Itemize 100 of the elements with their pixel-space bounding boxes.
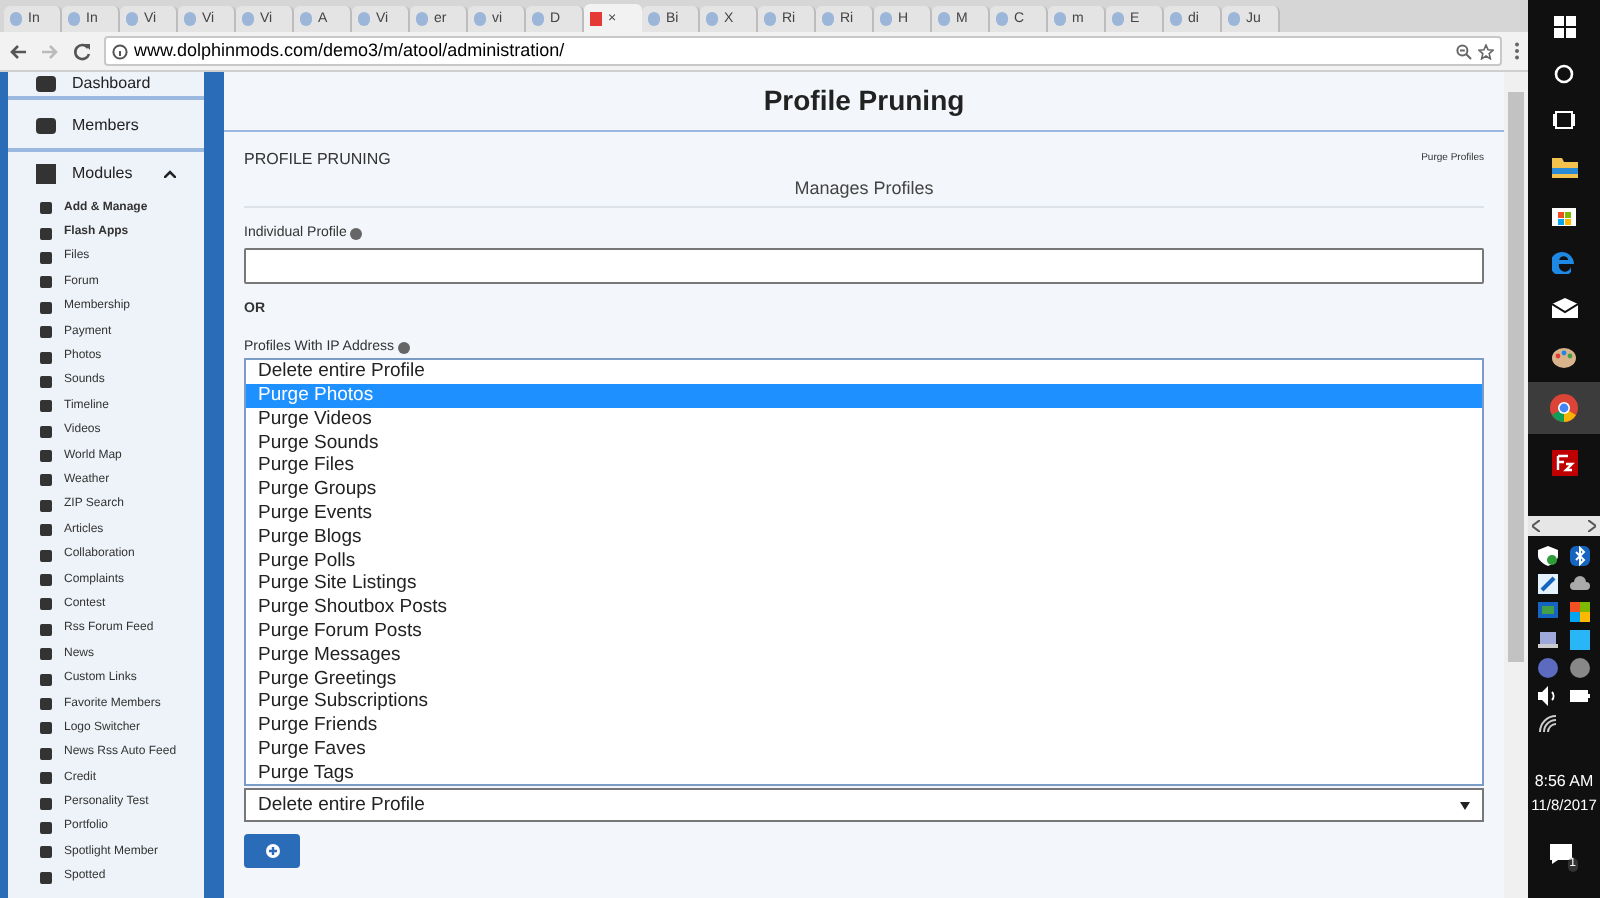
dropdown-option[interactable]: Purge Tags — [246, 761, 1482, 785]
bluetooth-icon[interactable] — [1570, 546, 1590, 566]
info-icon — [397, 342, 410, 354]
dropdown-option[interactable]: Purge Messages — [246, 643, 1482, 667]
menu-icon[interactable] — [1514, 42, 1520, 60]
dropdown-option[interactable]: Purge Polls — [246, 548, 1482, 573]
square-icon — [40, 648, 52, 661]
wifi-icon[interactable] — [1538, 714, 1558, 734]
shield-icon[interactable] — [1538, 546, 1558, 566]
dropdown-option[interactable]: Purge Friends — [246, 713, 1482, 738]
battery-icon[interactable] — [1570, 686, 1590, 706]
favicon-icon — [880, 12, 892, 26]
panel-subtitle: Manages Profiles — [794, 175, 934, 202]
tool-icon[interactable] — [1538, 574, 1558, 594]
back-arrow-icon[interactable] — [8, 41, 28, 61]
task-view-icon[interactable] — [1552, 110, 1576, 130]
modules-section-header[interactable]: Modules — [8, 152, 204, 196]
laptop-icon[interactable] — [1538, 630, 1558, 650]
shopping-bag-icon[interactable] — [1552, 202, 1576, 226]
dropdown-option[interactable]: Purge Forum Posts — [246, 619, 1482, 644]
dropdown-option[interactable]: Purge Videos — [246, 407, 1482, 431]
zoom-icon[interactable] — [1456, 43, 1472, 59]
favicon-icon — [996, 12, 1008, 26]
favicon-icon — [706, 12, 718, 26]
add-button[interactable] — [244, 834, 300, 869]
windows-logo-icon[interactable] — [1553, 16, 1575, 38]
paint-palette-icon[interactable] — [1550, 342, 1578, 370]
reload-icon[interactable] — [72, 41, 92, 61]
notification-icon — [1550, 844, 1572, 865]
favicon-icon — [10, 12, 22, 26]
ball-icon[interactable] — [1570, 658, 1590, 678]
scrollbar[interactable] — [1504, 72, 1528, 898]
sidebar-nav-item[interactable]: Dashboard — [8, 72, 204, 100]
dropdown-option[interactable]: Purge Subscriptions — [246, 690, 1482, 714]
filezilla-icon[interactable] — [1551, 450, 1577, 476]
square-icon — [40, 227, 52, 240]
chrome-taskbar-button[interactable] — [1528, 382, 1600, 434]
square-icon — [40, 251, 52, 264]
favicon-icon — [1054, 12, 1066, 26]
search-icon[interactable] — [1554, 64, 1574, 84]
favicon-icon — [822, 12, 834, 26]
select-field[interactable]: Delete entire Profile — [244, 788, 1484, 823]
input-field[interactable] — [244, 248, 1484, 284]
dropdown-option[interactable]: Purge Sounds — [246, 430, 1482, 455]
square-icon — [40, 598, 52, 611]
square-icon — [40, 425, 52, 438]
square-icon — [40, 772, 52, 785]
sidebar-nav-item[interactable]: Members — [8, 104, 204, 152]
square-icon — [40, 846, 52, 859]
dropdown-option[interactable]: Purge Site Listings — [246, 572, 1482, 596]
favicon-icon — [126, 12, 138, 26]
square-icon — [40, 698, 52, 710]
square-icon — [40, 574, 52, 587]
folder-icon[interactable] — [1551, 156, 1577, 178]
chrome-icon — [1550, 394, 1578, 422]
square-icon — [40, 549, 52, 562]
square-icon — [40, 276, 52, 289]
info-icon — [350, 228, 363, 240]
square-icon — [40, 722, 52, 735]
tile-grid-icon[interactable] — [1570, 602, 1590, 622]
favicon-icon — [1170, 12, 1182, 26]
monitor-icon[interactable] — [1538, 602, 1558, 622]
square-icon — [40, 797, 52, 810]
dropdown-option[interactable]: Purge Events — [246, 501, 1482, 526]
app-tile-icon[interactable] — [1570, 630, 1590, 650]
square-icon — [40, 623, 52, 636]
speaker-icon[interactable] — [1538, 686, 1558, 706]
square-icon — [40, 871, 52, 884]
dropdown-option[interactable]: Purge Groups — [246, 477, 1482, 502]
plus-icon — [265, 844, 279, 859]
square-icon — [40, 375, 52, 388]
square-icon — [40, 474, 52, 487]
favicon-icon — [474, 12, 486, 26]
mail-icon[interactable] — [1551, 298, 1577, 318]
dropdown-option[interactable]: Purge Greetings — [246, 666, 1482, 691]
favicon-icon — [300, 12, 312, 26]
star-icon[interactable] — [1478, 43, 1494, 59]
square-icon — [40, 351, 52, 364]
square-icon — [40, 400, 52, 413]
scroll-right-icon[interactable] — [1588, 520, 1596, 532]
favicon-icon — [590, 11, 602, 25]
cloud-icon[interactable] — [1570, 574, 1590, 594]
scroll-left-icon[interactable] — [1532, 520, 1540, 532]
url-text: www.dolphinmods.com/demo3/m/atool/administration/ — [134, 42, 565, 60]
dropdown-arrow-icon — [1460, 801, 1470, 810]
square-icon — [40, 524, 52, 537]
address-bar[interactable]: www.dolphinmods.com/demo3/m/atool/administration/ — [104, 36, 1502, 66]
square-icon — [40, 747, 52, 760]
dropdown-option[interactable]: Delete entire Profile — [246, 360, 1482, 384]
dropdown-option[interactable]: Purge Blogs — [246, 525, 1482, 549]
favicon-icon — [764, 12, 776, 26]
dropdown-option[interactable]: Purge Faves — [246, 737, 1482, 762]
dropdown-option[interactable]: Purge Shoutbox Posts — [246, 595, 1482, 620]
dropdown-option[interactable]: Purge Files — [246, 454, 1482, 478]
panel-heading: PROFILE PRUNING — [244, 148, 391, 172]
square-icon — [40, 326, 52, 339]
square-icon — [40, 202, 52, 215]
edge-browser-icon[interactable] — [1552, 250, 1576, 274]
clock-time[interactable]: 8:56 AM — [1534, 770, 1594, 794]
square-icon — [40, 450, 52, 463]
